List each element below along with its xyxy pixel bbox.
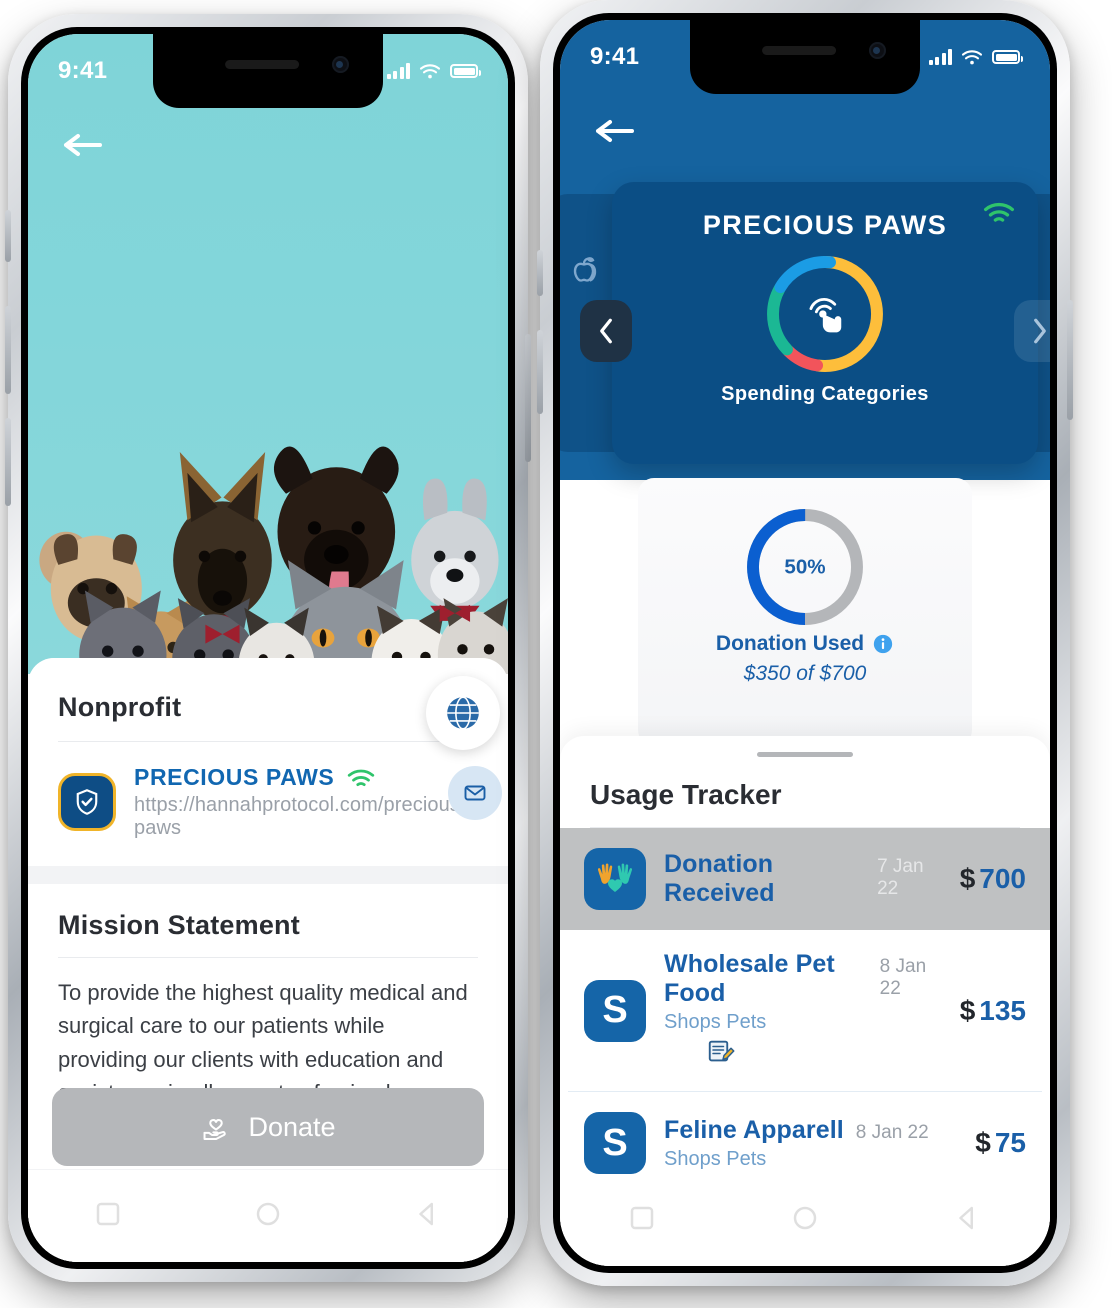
transaction-category: Shops Pets (664, 1147, 767, 1170)
globe-icon (447, 696, 479, 730)
android-navbar (560, 1174, 1050, 1266)
mail-button[interactable] (448, 766, 502, 820)
apples-icon (573, 257, 597, 282)
left-phone-screen: Nonprofit PRECIOUS PAWS https://hannahpr… (28, 34, 508, 1262)
square-icon[interactable] (93, 1199, 123, 1234)
donation-progress-ring: 50% (638, 478, 972, 632)
mail-icon (464, 785, 486, 801)
transaction-name: Donation Received (664, 850, 775, 907)
icon-letter: S (602, 1121, 628, 1164)
wifi-signal-icon (982, 200, 1016, 230)
spending-donut-chart[interactable] (612, 249, 1038, 379)
donation-used-text: Donation Used (715, 632, 865, 655)
shops-letter-icon: S (584, 979, 646, 1042)
table-row[interactable]: S Wholesale Pet Food 8 Jan 22 Shops Pets (560, 930, 1050, 1091)
donate-button[interactable]: Donate (52, 1088, 484, 1166)
amount-value: 135 (979, 994, 1026, 1026)
triangle-back-icon[interactable] (953, 1203, 983, 1238)
transaction-date: 8 Jan 22 (855, 1121, 929, 1143)
power-button[interactable] (525, 334, 531, 462)
nonprofit-url[interactable]: https://hannahprotocol.com/precious paws (134, 794, 478, 840)
card-subtitle: Spending Categories (721, 383, 929, 405)
currency-symbol: $ (975, 1127, 991, 1158)
nonprofit-logo (58, 773, 116, 831)
volume-down-button[interactable] (5, 418, 11, 506)
left-phone-bezel: Nonprofit PRECIOUS PAWS https://hannahpr… (21, 27, 515, 1269)
chevron-right-icon (1034, 318, 1046, 344)
nonprofit-section-title: Nonprofit (58, 692, 182, 722)
cards-carousel: PRECIOUS PAWS Spending Categories (560, 182, 1050, 474)
amount-value: 75 (994, 1127, 1026, 1158)
mission-section-title: Mission Statement (58, 910, 300, 940)
spending-categories-card[interactable]: PRECIOUS PAWS Spending Categories (612, 182, 1038, 464)
globe-button[interactable] (426, 676, 500, 750)
transaction-date: 8 Jan 22 (879, 956, 927, 999)
donate-button-wrap: Donate (28, 1088, 508, 1166)
card-title: PRECIOUS PAWS (702, 210, 948, 240)
back-arrow-icon[interactable] (60, 130, 104, 160)
mute-switch[interactable] (537, 250, 543, 296)
transaction-name: Feline Apparell (664, 1115, 844, 1144)
wifi-signal-icon (348, 769, 375, 786)
front-camera (332, 56, 349, 73)
transaction-amount: $135 (960, 995, 1026, 1027)
circle-icon[interactable] (253, 1199, 283, 1234)
sheet-gap (28, 866, 508, 884)
front-camera (869, 42, 886, 59)
transaction-category: Shops Pets (664, 1011, 767, 1033)
progress-percent-text: 50% (784, 556, 825, 579)
carousel-next-button[interactable] (1014, 300, 1050, 362)
info-icon[interactable] (872, 633, 894, 655)
icon-letter: S (602, 989, 628, 1031)
row-text: Feline Apparell 8 Jan 22 Shops Pets (664, 1116, 957, 1171)
row-text: Donation Received 7 Jan 22 (664, 850, 942, 908)
left-phone-device: Nonprofit PRECIOUS PAWS https://hannahpr… (5, 14, 531, 1282)
back-arrow-icon[interactable] (592, 116, 636, 146)
notch (153, 34, 383, 108)
triangle-back-icon[interactable] (413, 1199, 443, 1234)
volume-buttons[interactable] (537, 330, 543, 414)
currency-symbol: $ (959, 863, 976, 894)
power-button[interactable] (1067, 300, 1073, 420)
circle-icon[interactable] (790, 1203, 820, 1238)
memo-note-icon[interactable] (664, 1036, 942, 1071)
nonprofit-entry[interactable]: PRECIOUS PAWS https://hannahprotocol.com… (58, 742, 502, 866)
transaction-amount: $75 (975, 1127, 1026, 1159)
right-phone-screen: PRECIOUS PAWS Spending Categories 50% Do… (560, 20, 1050, 1266)
tap-gesture-icon (809, 298, 842, 333)
currency-symbol: $ (959, 994, 976, 1026)
transaction-name: Wholesale Pet Food (664, 950, 835, 1007)
donate-button-label: Donate (248, 1111, 336, 1142)
table-row[interactable]: Donation Received 7 Jan 22 $700 (560, 828, 1050, 930)
amount-value: 700 (979, 863, 1026, 894)
row-text: Wholesale Pet Food 8 Jan 22 Shops Pets (664, 950, 942, 1071)
hand-heart-icon (203, 1119, 227, 1140)
right-phone-bezel: PRECIOUS PAWS Spending Categories 50% Do… (553, 13, 1057, 1273)
mockup-stage: Nonprofit PRECIOUS PAWS https://hannahpr… (0, 0, 1112, 1308)
volume-up-button[interactable] (5, 306, 11, 394)
pets-group-photo (28, 254, 508, 674)
earpiece-speaker (762, 46, 837, 55)
donation-used-card: 50% Donation Used $350 of $700 (638, 478, 972, 746)
mute-switch[interactable] (5, 210, 11, 262)
hands-heart-icon (584, 848, 646, 910)
carousel-prev-button[interactable] (580, 300, 632, 362)
square-icon[interactable] (627, 1203, 657, 1238)
android-navbar (28, 1170, 508, 1262)
donation-amount-text: $350 of $700 (743, 662, 867, 685)
donation-used-label: Donation Used (638, 632, 972, 656)
transaction-date: 7 Jan 22 (877, 856, 924, 899)
usage-tracker-title: Usage Tracker (590, 779, 782, 810)
chevron-left-icon (600, 318, 612, 344)
shops-letter-icon: S (584, 1112, 646, 1174)
transaction-amount: $700 (960, 863, 1026, 895)
earpiece-speaker (225, 60, 300, 69)
notch (690, 20, 920, 94)
right-phone-device: PRECIOUS PAWS Spending Categories 50% Do… (537, 0, 1073, 1286)
shield-check-icon (76, 789, 98, 815)
nonprofit-name: PRECIOUS PAWS (134, 764, 335, 790)
